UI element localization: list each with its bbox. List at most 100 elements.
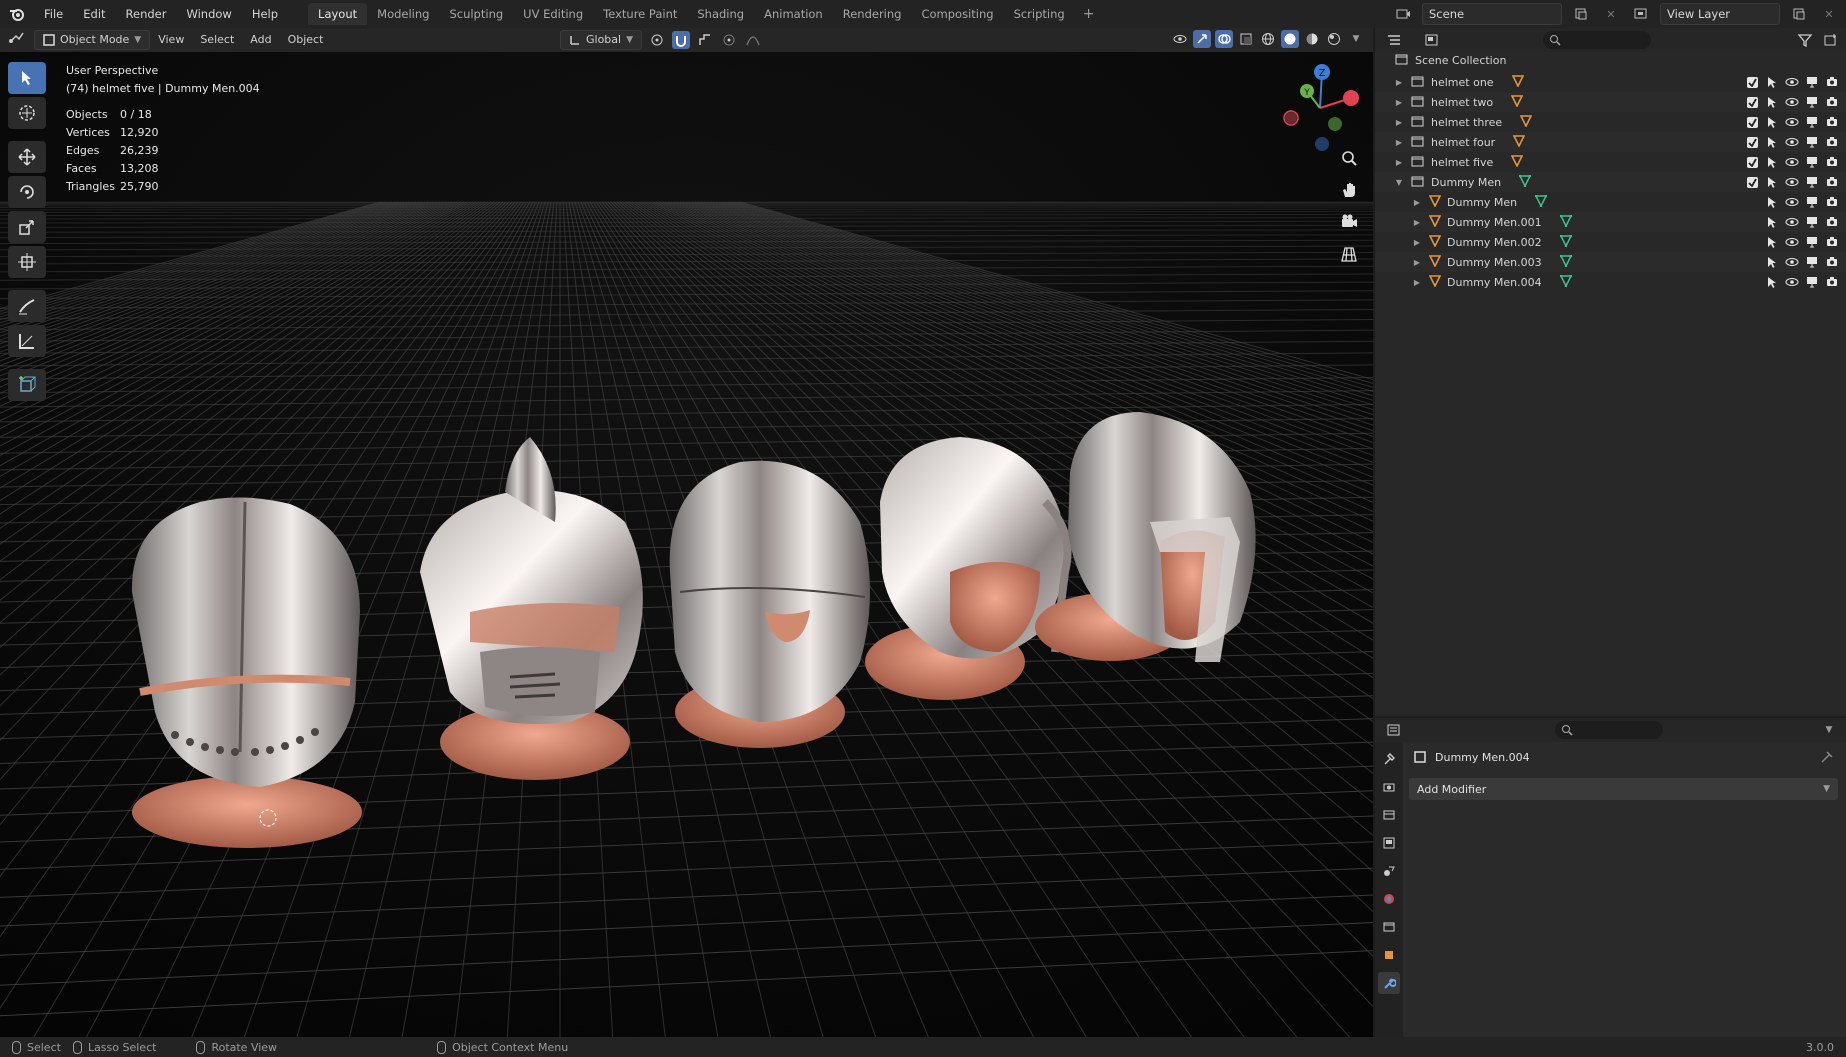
tab-modeling[interactable]: Modeling <box>367 3 439 25</box>
ortho-grid-icon[interactable] <box>1336 242 1362 266</box>
viewport-monitor-icon[interactable] <box>1804 274 1820 290</box>
outliner-row[interactable]: ▶ helmet five <box>1375 152 1846 172</box>
pivot-icon[interactable] <box>648 31 666 49</box>
solid-shading-icon[interactable] <box>1281 30 1299 48</box>
outliner-editor-type-icon[interactable] <box>1383 29 1405 51</box>
selectable-arrow-icon[interactable] <box>1764 174 1780 190</box>
visibility-eye-icon[interactable] <box>1784 114 1800 130</box>
render-camera-icon[interactable] <box>1824 234 1840 250</box>
falloff-icon[interactable] <box>744 31 762 49</box>
delete-view-layer-icon[interactable]: ✕ <box>1818 3 1840 25</box>
selectable-arrow-icon[interactable] <box>1764 234 1780 250</box>
visibility-eye-icon[interactable] <box>1784 234 1800 250</box>
output-props-icon[interactable] <box>1378 804 1400 826</box>
selectable-arrow-icon[interactable] <box>1764 154 1780 170</box>
render-camera-icon[interactable] <box>1824 214 1840 230</box>
expand-right-icon[interactable]: ▶ <box>1411 258 1423 267</box>
proportional-edit-icon[interactable] <box>720 31 738 49</box>
new-view-layer-icon[interactable] <box>1788 3 1810 25</box>
render-camera-icon[interactable] <box>1824 74 1840 90</box>
visibility-icon[interactable] <box>1171 30 1189 48</box>
delete-scene-icon[interactable]: ✕ <box>1600 3 1622 25</box>
snap-toggle-icon[interactable] <box>672 31 691 49</box>
rendered-shading-icon[interactable] <box>1325 30 1343 48</box>
selectable-arrow-icon[interactable] <box>1764 274 1780 290</box>
outliner-row[interactable]: ▶ helmet two <box>1375 92 1846 112</box>
move-tool-icon[interactable] <box>8 141 46 173</box>
viewport-monitor-icon[interactable] <box>1804 214 1820 230</box>
selectable-arrow-icon[interactable] <box>1764 194 1780 210</box>
zoom-icon[interactable] <box>1336 146 1362 170</box>
scale-tool-icon[interactable] <box>8 211 46 243</box>
viewport-monitor-icon[interactable] <box>1804 74 1820 90</box>
expand-right-icon[interactable]: ▶ <box>1393 138 1405 147</box>
menu-file[interactable]: File <box>34 0 73 28</box>
select-box-tool-icon[interactable] <box>8 62 46 94</box>
view-layer-field[interactable]: View Layer <box>1660 3 1780 25</box>
visibility-eye-icon[interactable] <box>1784 174 1800 190</box>
exclude-checkbox[interactable] <box>1744 134 1760 150</box>
tab-texture-paint[interactable]: Texture Paint <box>593 3 687 25</box>
viewport-monitor-icon[interactable] <box>1804 254 1820 270</box>
visibility-eye-icon[interactable] <box>1784 154 1800 170</box>
modifier-props-wrench-icon[interactable] <box>1378 972 1400 994</box>
add-modifier-dropdown[interactable]: Add Modifier ▼ <box>1409 778 1838 800</box>
pin-icon[interactable] <box>1820 750 1834 764</box>
render-camera-icon[interactable] <box>1824 254 1840 270</box>
outliner-row[interactable]: ▶ helmet four <box>1375 132 1846 152</box>
visibility-eye-icon[interactable] <box>1784 194 1800 210</box>
tab-sculpting[interactable]: Sculpting <box>439 3 513 25</box>
material-shading-icon[interactable] <box>1303 30 1321 48</box>
tab-compositing[interactable]: Compositing <box>911 3 1003 25</box>
menu-select[interactable]: Select <box>192 30 242 50</box>
scene-icon[interactable] <box>1392 3 1414 25</box>
collection-props-icon[interactable] <box>1378 916 1400 938</box>
selectable-arrow-icon[interactable] <box>1764 214 1780 230</box>
3d-viewport[interactable]: Object Mode ▼ View Select Add Object Glo… <box>0 28 1373 1037</box>
viewport-monitor-icon[interactable] <box>1804 194 1820 210</box>
render-camera-icon[interactable] <box>1824 114 1840 130</box>
scene-name-field[interactable]: Scene <box>1422 3 1562 25</box>
viewport-monitor-icon[interactable] <box>1804 174 1820 190</box>
properties-search-input[interactable] <box>1555 721 1663 739</box>
exclude-checkbox[interactable] <box>1744 114 1760 130</box>
expand-down-icon[interactable]: ▼ <box>1393 178 1405 187</box>
expand-right-icon[interactable]: ▶ <box>1411 278 1423 287</box>
tab-animation[interactable]: Animation <box>754 3 833 25</box>
filter-icon[interactable] <box>1794 29 1816 51</box>
selectable-arrow-icon[interactable] <box>1764 114 1780 130</box>
mode-dropdown[interactable]: Object Mode ▼ <box>34 30 151 50</box>
outliner-row[interactable]: ▶ Dummy Men <box>1375 192 1846 212</box>
orientation-dropdown[interactable]: Global ▼ <box>560 30 643 50</box>
render-camera-icon[interactable] <box>1824 194 1840 210</box>
new-scene-icon[interactable] <box>1570 3 1592 25</box>
menu-view[interactable]: View <box>150 30 192 50</box>
selectable-arrow-icon[interactable] <box>1764 254 1780 270</box>
rotate-tool-icon[interactable] <box>8 176 46 208</box>
visibility-eye-icon[interactable] <box>1784 254 1800 270</box>
outliner-row[interactable]: ▶ helmet three <box>1375 112 1846 132</box>
viewport-monitor-icon[interactable] <box>1804 154 1820 170</box>
annotate-tool-icon[interactable] <box>8 290 46 322</box>
expand-right-icon[interactable]: ▶ <box>1393 78 1405 87</box>
exclude-checkbox[interactable] <box>1744 74 1760 90</box>
expand-right-icon[interactable]: ▶ <box>1411 198 1423 207</box>
outliner-search-input[interactable] <box>1543 31 1651 49</box>
render-camera-icon[interactable] <box>1824 274 1840 290</box>
render-camera-icon[interactable] <box>1824 134 1840 150</box>
scene-props-icon[interactable] <box>1378 860 1400 882</box>
outliner-scene-collection[interactable]: Scene Collection <box>1375 50 1846 70</box>
tab-layout[interactable]: Layout <box>308 3 368 25</box>
viewport-monitor-icon[interactable] <box>1804 114 1820 130</box>
menu-object[interactable]: Object <box>280 30 332 50</box>
properties-options-icon[interactable]: ▼ <box>1818 719 1840 741</box>
render-camera-icon[interactable] <box>1824 94 1840 110</box>
blender-logo-icon[interactable] <box>0 0 34 28</box>
menu-edit[interactable]: Edit <box>73 0 115 28</box>
exclude-checkbox[interactable] <box>1744 94 1760 110</box>
new-collection-icon[interactable] <box>1820 29 1842 51</box>
menu-add[interactable]: Add <box>242 30 279 50</box>
selectable-arrow-icon[interactable] <box>1764 134 1780 150</box>
add-cube-tool-icon[interactable] <box>8 369 46 401</box>
snap-target-icon[interactable] <box>696 31 714 49</box>
